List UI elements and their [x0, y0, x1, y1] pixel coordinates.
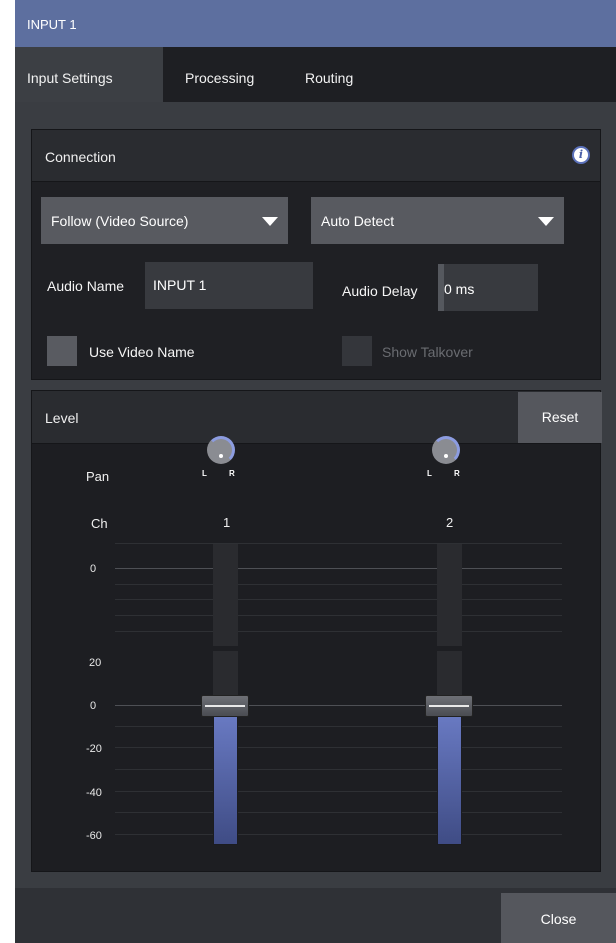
audio-name-input[interactable]: INPUT 1 — [145, 262, 313, 309]
level-meter-ch1-mid — [213, 651, 238, 697]
tab-bar: Input Settings Processing Routing — [15, 47, 616, 102]
level-meter-ch2-mid — [437, 651, 462, 697]
chevron-down-icon — [262, 217, 278, 226]
info-icon[interactable]: i — [572, 146, 590, 164]
detect-value: Auto Detect — [321, 213, 395, 229]
grid-line — [115, 631, 562, 632]
reset-button[interactable]: Reset — [518, 392, 602, 443]
scale-tick-label: -40 — [86, 787, 102, 799]
channel-number: 1 — [223, 515, 231, 530]
pan-r-label: R — [454, 469, 460, 478]
grid-line — [115, 543, 562, 544]
show-talkover-checkbox[interactable] — [342, 336, 372, 366]
channel-number: 2 — [446, 515, 454, 530]
level-header: Level — [32, 391, 600, 444]
pan-label: Pan — [86, 469, 110, 484]
level-meter-ch2-top — [437, 544, 462, 646]
grid-line — [115, 747, 562, 748]
grid-line-major — [115, 705, 562, 706]
grid-line — [115, 584, 562, 585]
level-meter-ch1-top — [213, 544, 238, 646]
grid-line — [115, 834, 562, 835]
close-button[interactable]: Close — [501, 893, 616, 943]
pan-l-label: L — [427, 469, 432, 478]
grid-line — [115, 599, 562, 600]
scale-tick-label: 0 — [90, 563, 97, 575]
window-title: INPUT 1 — [27, 17, 77, 32]
level-meter-ch1-fill — [213, 711, 238, 845]
ch-label: Ch — [91, 516, 108, 531]
knob-indicator-icon — [444, 454, 448, 458]
grid-line — [115, 791, 562, 792]
level-meter-ch2-fill — [437, 711, 462, 845]
connection-title: Connection — [45, 149, 116, 165]
grid-line-major — [115, 568, 562, 569]
tab-content: Connection i Follow (Video Source) Auto … — [15, 102, 616, 888]
audio-delay-label: Audio Delay — [342, 283, 418, 299]
audio-source-value: Follow (Video Source) — [51, 213, 189, 229]
pan-knob-ch2[interactable] — [432, 436, 460, 464]
grid-line — [115, 769, 562, 770]
detect-dropdown[interactable]: Auto Detect — [311, 197, 564, 244]
input-settings-window: INPUT 1 Input Settings Processing Routin… — [15, 0, 616, 943]
use-video-name-checkbox[interactable] — [47, 336, 77, 366]
audio-delay-value: 0 ms — [444, 281, 475, 297]
pan-knob-ch1[interactable] — [207, 436, 235, 464]
title-bar[interactable]: INPUT 1 — [15, 0, 616, 47]
audio-source-dropdown[interactable]: Follow (Video Source) — [41, 197, 288, 244]
scale-tick-label: -60 — [86, 830, 102, 842]
scale-tick-label: -20 — [86, 743, 102, 755]
fader-line — [205, 705, 245, 707]
scale-tick-label: 20 — [89, 657, 102, 669]
connection-panel: Connection i Follow (Video Source) Auto … — [31, 129, 601, 380]
fader-ch2[interactable] — [425, 695, 473, 717]
audio-delay-input[interactable]: 0 ms — [438, 264, 538, 311]
pan-r-label: R — [229, 469, 235, 478]
chevron-down-icon — [538, 217, 554, 226]
use-video-name-label: Use Video Name — [89, 344, 195, 360]
tab-input-settings[interactable]: Input Settings — [15, 47, 163, 102]
audio-name-label: Audio Name — [47, 278, 125, 294]
knob-indicator-icon — [219, 454, 223, 458]
fader-line — [429, 705, 469, 707]
level-panel: Level Reset Pan Ch L R 1 L R 2 0 20 0 -2… — [31, 390, 602, 872]
scale-tick-label: 0 — [90, 700, 97, 712]
connection-header: Connection i — [32, 130, 600, 182]
level-title: Level — [45, 410, 79, 426]
tab-processing[interactable]: Processing — [173, 47, 279, 102]
tab-routing[interactable]: Routing — [293, 47, 373, 102]
fader-ch1[interactable] — [201, 695, 249, 717]
audio-name-value: INPUT 1 — [153, 277, 207, 293]
grid-line — [115, 615, 562, 616]
show-talkover-label: Show Talkover — [382, 344, 473, 360]
grid-line — [115, 812, 562, 813]
grid-line — [115, 726, 562, 727]
pan-l-label: L — [202, 469, 207, 478]
